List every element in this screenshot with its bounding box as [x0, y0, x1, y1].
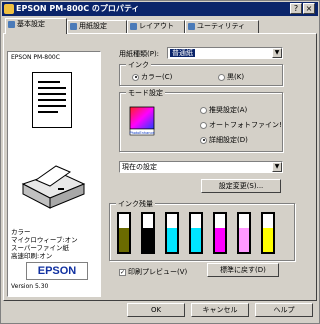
printer-properties-window: EPSON PM-800C のプロパティ ? × 基本設定 用紙設定 レイアウト…	[0, 0, 320, 324]
color-mode-icon: PhotoEnhance	[129, 106, 155, 136]
detail-settings-select[interactable]: 現在の設定 ▼	[119, 161, 283, 173]
tab-bar: 基本設定 用紙設定 レイアウト ユーティリティ	[3, 18, 317, 34]
utility-icon	[188, 22, 195, 30]
mode-recommended-radio[interactable]: 推奨設定(A)	[200, 105, 247, 115]
ink-cartridge	[117, 212, 131, 254]
ink-cartridge	[165, 212, 179, 254]
tab-utility[interactable]: ユーティリティ	[185, 20, 259, 33]
cancel-button[interactable]: キャンセル	[191, 303, 249, 317]
paper-type-select[interactable]: 普通紙 ▼	[167, 47, 283, 59]
preview-pane: EPSON PM-800C カラー マイクロウィーブ:オン スーパーファイン紙 …	[7, 51, 101, 297]
help-footer-button[interactable]: ヘルプ	[255, 303, 313, 317]
ink-cartridge	[141, 212, 155, 254]
ink-group: インク カラー(C) 黒(K)	[119, 60, 283, 86]
driver-version: Version 5.30	[11, 283, 49, 290]
tab-paper[interactable]: 用紙設定	[67, 20, 127, 33]
ink-cartridge	[213, 212, 227, 254]
photoenhance-badge: PhotoEnhance	[129, 131, 154, 135]
paper-icon	[32, 72, 72, 128]
ink-cartridge	[261, 212, 275, 254]
chevron-down-icon[interactable]: ▼	[272, 48, 282, 58]
preview-info: カラー マイクロウィーブ:オン スーパーファイン紙 高速印刷:オン	[11, 228, 78, 260]
close-button[interactable]: ×	[303, 3, 315, 14]
title-bar: EPSON PM-800C のプロパティ ? ×	[2, 2, 318, 16]
tab-layout[interactable]: レイアウト	[127, 20, 185, 33]
chevron-down-icon[interactable]: ▼	[272, 162, 282, 172]
paper-type-label: 用紙種類(P):	[119, 50, 160, 58]
printer-illustration-icon	[21, 165, 86, 209]
mode-custom-radio[interactable]: 詳細設定(D)	[200, 135, 248, 145]
help-button[interactable]: ?	[290, 3, 302, 14]
mode-auto-photo-radio[interactable]: オートフォトファイン!	[200, 120, 282, 130]
restore-defaults-button[interactable]: 標準に戻す(D)	[207, 263, 279, 277]
printer-icon	[4, 4, 14, 14]
ink-black-radio[interactable]: 黒(K)	[218, 72, 244, 82]
print-preview-checkbox[interactable]: ✓ 印刷プレビュー(V)	[119, 267, 187, 277]
window-title: EPSON PM-800C のプロパティ	[16, 4, 140, 13]
epson-logo: EPSON	[26, 262, 88, 280]
basic-settings-icon	[8, 20, 15, 28]
ink-cartridge	[189, 212, 203, 254]
printer-name: EPSON PM-800C	[11, 54, 60, 61]
paper-settings-icon	[70, 22, 77, 30]
ok-button[interactable]: OK	[127, 303, 185, 317]
tab-basic[interactable]: 基本設定	[5, 18, 67, 34]
ink-cartridge	[237, 212, 251, 254]
layout-icon	[130, 22, 137, 30]
ink-color-radio[interactable]: カラー(C)	[132, 72, 172, 82]
change-settings-button[interactable]: 設定変更(S)...	[201, 179, 281, 193]
